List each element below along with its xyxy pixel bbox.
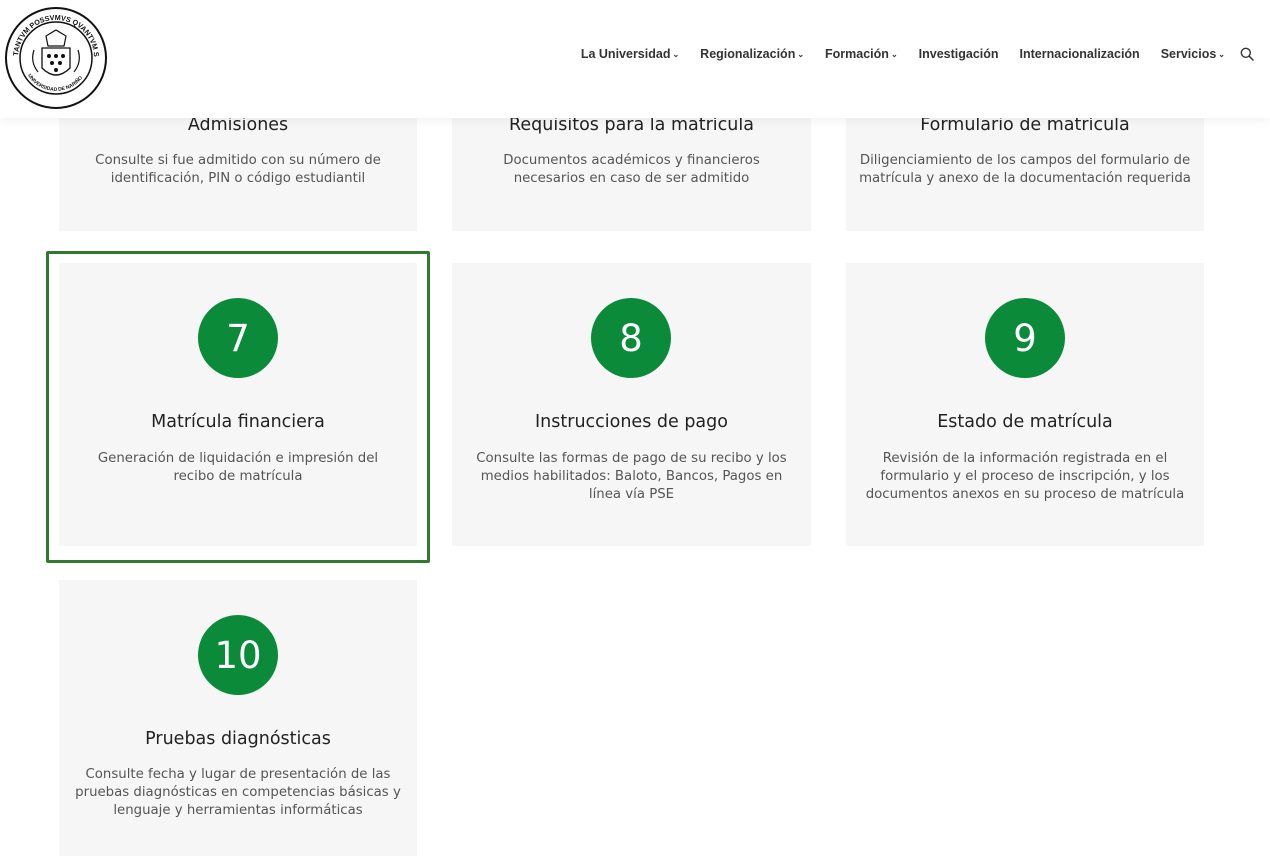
university-seal-logo[interactable]: TANTVM POSSVMVS QVANTVM SCIMVS UNIVERSID… <box>4 6 108 110</box>
card-title: Pruebas diagnósticas <box>145 729 331 749</box>
nav-formacion[interactable]: Formación ⌄ <box>825 47 898 61</box>
card-description: Documentos académicos y financieros nece… <box>503 153 760 186</box>
nav-investigacion[interactable]: Investigación <box>919 47 999 61</box>
nav-servicios[interactable]: Servicios ⌄ <box>1161 47 1225 61</box>
nav-la-universidad[interactable]: La Universidad ⌄ <box>581 47 679 61</box>
chevron-down-icon: ⌄ <box>1218 49 1225 59</box>
step-number-badge: 8 <box>591 298 671 378</box>
card-description: Consulte fecha y lugar de presentación d… <box>75 767 401 818</box>
step-number-badge: 10 <box>198 615 278 695</box>
card-matricula-financiera[interactable]: 7 Matrícula financiera Generación de liq… <box>59 263 417 546</box>
main-nav: La Universidad ⌄ Regionalización ⌄ Formaci… <box>560 47 1254 61</box>
card-title: Formulario de matrícula <box>920 115 1130 135</box>
card-estado-matricula[interactable]: 9 Estado de matrícula Revisión de la inf… <box>846 263 1204 546</box>
card-title: Instrucciones de pago <box>535 412 728 432</box>
card-title: Matrícula financiera <box>151 412 325 432</box>
card-description: Diligenciamiento de los campos del formu… <box>859 153 1191 186</box>
step-number-badge: 9 <box>985 298 1065 378</box>
card-instrucciones-pago[interactable]: 8 Instrucciones de pago Consulte las for… <box>452 263 811 546</box>
nav-regionalizacion[interactable]: Regionalización ⌄ <box>700 47 804 61</box>
card-title: Requisitos para la matrícula <box>509 115 754 135</box>
card-description: Consulte si fue admitido con su número d… <box>95 153 381 186</box>
card-pruebas-diagnosticas[interactable]: 10 Pruebas diagnósticas Consulte fecha y… <box>59 580 417 856</box>
card-description: Generación de liquidación e impresión de… <box>97 451 379 484</box>
card-description: Revisión de la información registrada en… <box>865 451 1185 502</box>
chevron-down-icon: ⌄ <box>890 49 898 59</box>
chevron-down-icon: ⌄ <box>797 49 805 59</box>
step-number-badge: 7 <box>198 298 278 378</box>
card-description: Consulte las formas de pago de su recibo… <box>476 451 787 502</box>
card-title: Estado de matrícula <box>937 412 1113 432</box>
nav-internacionalizacion[interactable]: Internacionalización <box>1020 47 1140 61</box>
site-header: TANTVM POSSVMVS QVANTVM SCIMVS UNIVERSID… <box>0 0 1270 118</box>
card-title: Admisiones <box>187 115 289 135</box>
search-icon[interactable] <box>1240 47 1254 61</box>
chevron-down-icon: ⌄ <box>672 49 680 59</box>
